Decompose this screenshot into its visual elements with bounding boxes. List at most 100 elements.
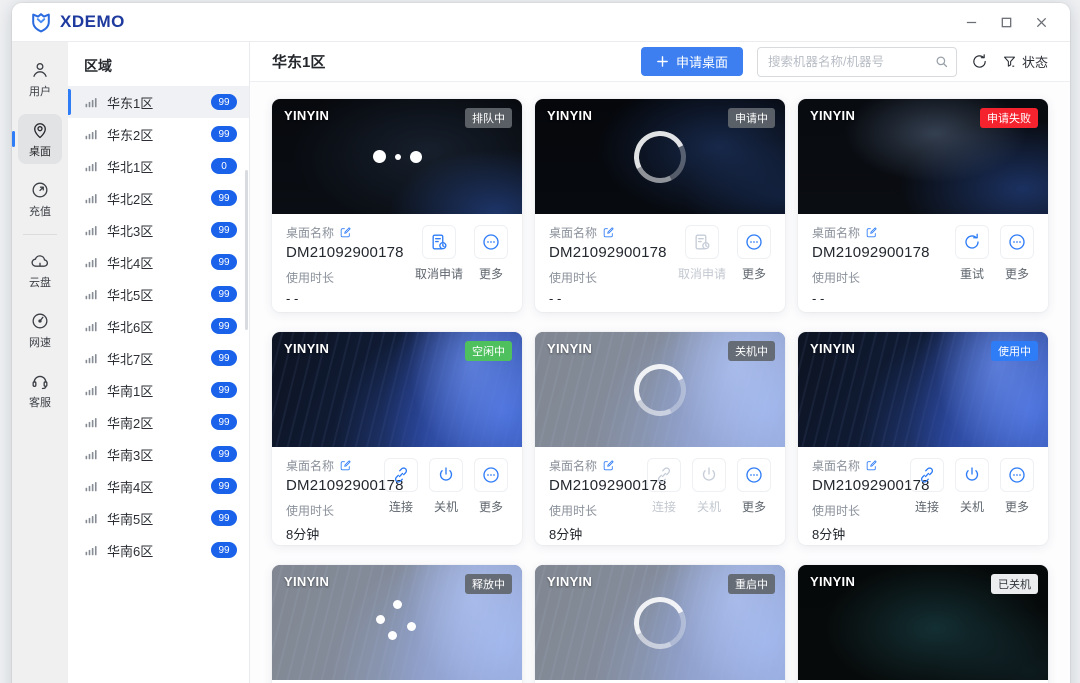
card-body: 桌面名称 DM21092900178 使用时长 - - 重试 更多 <box>798 214 1048 312</box>
region-item[interactable]: 华北1区 0 <box>68 150 249 182</box>
action-power[interactable]: 关机 <box>955 458 989 543</box>
cloud-disk-icon <box>30 251 50 271</box>
action-label: 更多 <box>478 267 503 281</box>
close-button[interactable] <box>1035 16 1048 29</box>
region-item[interactable]: 华南4区 99 <box>68 470 249 502</box>
status-badge: 使用中 <box>991 341 1038 361</box>
more-icon[interactable] <box>474 225 508 259</box>
action-power[interactable]: 关机 <box>429 458 463 543</box>
desktop-background: XDEMO 用户 桌面 充值 云盘 网速 客服 区域 华东1区 99 华东2区 99 华北1区 0 华… <box>0 0 1080 683</box>
search-input[interactable] <box>756 46 957 77</box>
status-badge: 重启中 <box>728 574 775 594</box>
edit-name-icon[interactable] <box>339 226 352 239</box>
edit-name-icon[interactable] <box>339 459 352 472</box>
edit-name-icon[interactable] <box>602 459 615 472</box>
rail-item-网速[interactable]: 网速 <box>18 305 62 355</box>
desktop-name-label: 桌面名称 <box>286 457 384 474</box>
region-count-badge: 99 <box>211 286 237 302</box>
region-item[interactable]: 华东2区 99 <box>68 118 249 150</box>
title-bar: XDEMO <box>12 3 1070 41</box>
rail-item-充值[interactable]: 充值 <box>18 174 62 224</box>
machine-id: DM21092900178 <box>286 477 404 494</box>
desktop-name-label: 桌面名称 <box>286 224 404 241</box>
region-item[interactable]: 华北2区 99 <box>68 182 249 214</box>
region-item[interactable]: 华东1区 99 <box>68 86 249 118</box>
minimize-button[interactable] <box>965 16 978 29</box>
region-item[interactable]: 华南5区 99 <box>68 502 249 534</box>
link-icon[interactable] <box>384 458 418 492</box>
power-icon[interactable] <box>955 458 989 492</box>
region-item[interactable]: 华北4区 99 <box>68 246 249 278</box>
region-name: 华东2区 <box>107 127 154 143</box>
region-name: 华南2区 <box>107 415 154 431</box>
main-panel: 华东1区 申请桌面 搜索机器名称/机器号 状态 YINYIN 排队中 桌面名称 … <box>250 42 1070 683</box>
more-icon[interactable] <box>474 458 508 492</box>
apply-desktop-button[interactable]: 申请桌面 <box>640 47 743 76</box>
desktop-preview-image: YINYIN 使用中 <box>798 332 1048 447</box>
action-link[interactable]: 连接 <box>910 458 944 543</box>
recharge-icon <box>30 180 50 200</box>
desktop-name-label-text: 桌面名称 <box>286 226 335 240</box>
edit-name-icon[interactable] <box>602 226 615 239</box>
desktop-preview-image: YINYIN 申请失败 <box>798 99 1048 214</box>
region-count-badge: 0 <box>211 158 237 174</box>
machine-id: DM21092900178 <box>812 477 930 494</box>
region-count-badge: 99 <box>211 94 237 110</box>
region-item[interactable]: 华南1区 99 <box>68 374 249 406</box>
refresh-icon[interactable] <box>971 53 988 70</box>
duration-value: 8分钟 <box>286 527 320 542</box>
signal-icon <box>84 223 99 238</box>
region-item[interactable]: 华北7区 99 <box>68 342 249 374</box>
action-link[interactable]: 连接 <box>384 458 418 543</box>
action-label: 重试 <box>959 267 984 281</box>
retry-icon[interactable] <box>955 225 989 259</box>
power-icon[interactable] <box>429 458 463 492</box>
more-icon[interactable] <box>737 225 771 259</box>
action-label: 关机 <box>696 500 721 514</box>
net-speed-icon <box>30 311 50 331</box>
region-item[interactable]: 华北5区 99 <box>68 278 249 310</box>
region-item[interactable]: 华北3区 99 <box>68 214 249 246</box>
action-more[interactable]: 更多 <box>1000 458 1034 543</box>
rail-item-桌面[interactable]: 桌面 <box>18 114 62 164</box>
action-more[interactable]: 更多 <box>737 225 771 306</box>
region-item[interactable]: 华南2区 99 <box>68 406 249 438</box>
action-label: 更多 <box>741 267 766 281</box>
action-cancel-apply[interactable]: 取消申请 <box>415 225 463 306</box>
rail-item-用户[interactable]: 用户 <box>18 54 62 104</box>
more-icon[interactable] <box>1000 458 1034 492</box>
power-icon <box>692 458 726 492</box>
support-icon <box>30 371 50 391</box>
rail-item-客服[interactable]: 客服 <box>18 365 62 415</box>
edit-name-icon[interactable] <box>865 459 878 472</box>
action-more[interactable]: 更多 <box>737 458 771 543</box>
signal-icon <box>84 543 99 558</box>
status-filter[interactable]: 状态 <box>1002 52 1048 71</box>
rail-item-云盘[interactable]: 云盘 <box>18 245 62 295</box>
status-badge: 释放中 <box>465 574 512 594</box>
spinner-ring <box>627 356 693 423</box>
region-item[interactable]: 华北6区 99 <box>68 310 249 342</box>
desktop-card: YINYIN 空闲中 桌面名称 DM21092900178 使用时长 8分钟 连接 关机 更多 <box>272 332 522 545</box>
region-item[interactable]: 华南6区 99 <box>68 534 249 566</box>
action-more[interactable]: 更多 <box>474 458 508 543</box>
action-retry[interactable]: 重试 <box>955 225 989 306</box>
edit-name-icon[interactable] <box>865 226 878 239</box>
action-more[interactable]: 更多 <box>1000 225 1034 306</box>
cancel-apply-icon[interactable] <box>421 225 456 259</box>
loading-dots <box>372 150 422 163</box>
more-icon[interactable] <box>1000 225 1034 259</box>
search-icon[interactable] <box>934 54 949 69</box>
maximize-button[interactable] <box>1000 16 1013 29</box>
regions-scrollbar-thumb[interactable] <box>245 170 248 330</box>
signal-icon <box>84 383 99 398</box>
machine-id: DM21092900178 <box>549 244 667 261</box>
action-more[interactable]: 更多 <box>474 225 508 306</box>
card-info: 桌面名称 DM21092900178 使用时长 - - <box>286 224 404 306</box>
more-icon[interactable] <box>737 458 771 492</box>
desktop-card: YINYIN 排队中 桌面名称 DM21092900178 使用时长 - - 取消申请 更多 <box>272 99 522 312</box>
link-icon[interactable] <box>910 458 944 492</box>
region-count-badge: 99 <box>211 382 237 398</box>
duration-label: 使用时长 <box>549 271 598 285</box>
region-item[interactable]: 华南3区 99 <box>68 438 249 470</box>
